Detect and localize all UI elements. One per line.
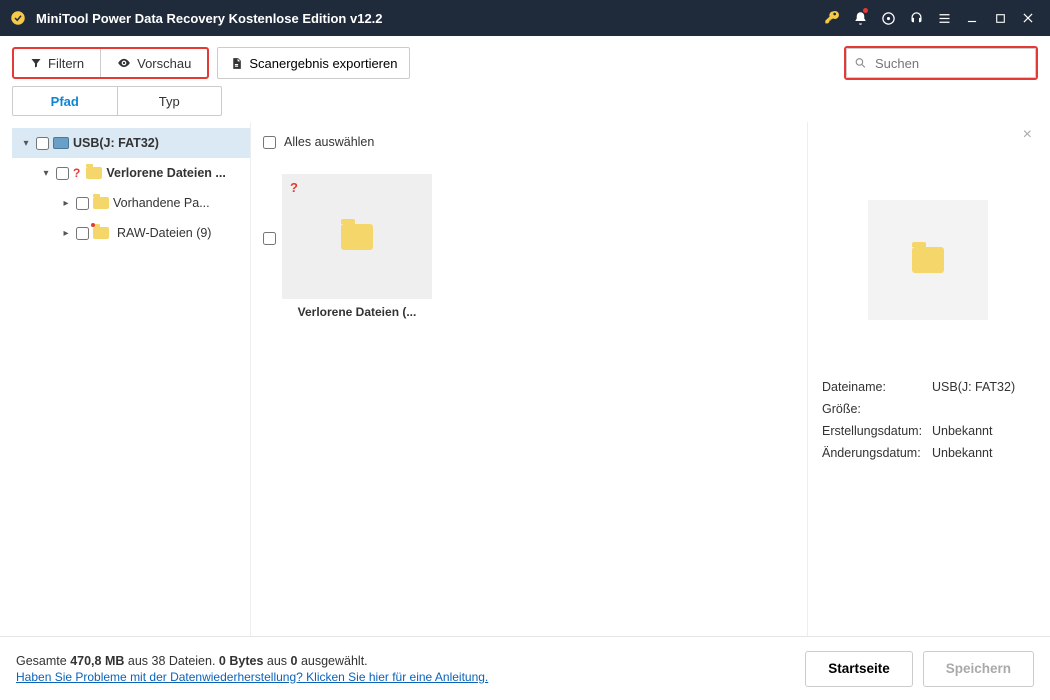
footer: Gesamte 470,8 MB aus 38 Dateien. 0 Bytes… xyxy=(0,636,1050,700)
detail-size: Größe: xyxy=(822,402,1034,416)
detail-value: Unbekannt xyxy=(932,424,1034,438)
select-all-label: Alles auswählen xyxy=(284,135,374,149)
tree-label: Verlorene Dateien ... xyxy=(106,166,226,180)
eye-icon xyxy=(117,56,131,70)
folder-icon xyxy=(93,197,109,209)
export-label: Scanergebnis exportieren xyxy=(249,56,397,71)
export-file-icon xyxy=(230,57,243,70)
tab-type[interactable]: Typ xyxy=(117,87,222,115)
save-button[interactable]: Speichern xyxy=(923,651,1034,687)
select-all-checkbox[interactable] xyxy=(263,136,276,149)
folder-alert-icon xyxy=(93,227,109,239)
toolbar: Filtern Vorschau Scanergebnis exportiere… xyxy=(0,36,1050,86)
home-button[interactable]: Startseite xyxy=(805,651,913,687)
item-checkbox[interactable] xyxy=(263,232,276,245)
tree-raw-files[interactable]: ▸ RAW-Dateien (9) xyxy=(12,218,250,248)
tree-root-drive[interactable]: ▾ USB(J: FAT32) xyxy=(12,128,250,158)
detail-panel: × Dateiname: USB(J: FAT32) Größe: Erstel… xyxy=(808,122,1038,636)
tree-checkbox[interactable] xyxy=(36,137,49,150)
detail-key: Dateiname: xyxy=(822,380,932,394)
folder-icon xyxy=(341,224,373,250)
filter-icon xyxy=(30,57,42,69)
content-area: ▾ USB(J: FAT32) ▾ ? Verlorene Dateien ..… xyxy=(0,116,1050,636)
question-icon: ? xyxy=(290,180,298,195)
detail-created: Erstellungsdatum: Unbekannt xyxy=(822,424,1034,438)
maximize-icon[interactable] xyxy=(986,4,1014,32)
export-result-button[interactable]: Scanergebnis exportieren xyxy=(217,47,410,79)
tree-panel: ▾ USB(J: FAT32) ▾ ? Verlorene Dateien ..… xyxy=(12,122,250,636)
detail-filename: Dateiname: USB(J: FAT32) xyxy=(822,380,1034,394)
close-icon[interactable] xyxy=(1014,4,1042,32)
tree-existing[interactable]: ▸ Vorhandene Pa... xyxy=(12,188,250,218)
detail-key: Änderungsdatum: xyxy=(822,446,932,460)
detail-key: Erstellungsdatum: xyxy=(822,424,932,438)
folder-icon xyxy=(912,247,944,273)
preview-label: Vorschau xyxy=(137,56,191,71)
question-icon: ? xyxy=(73,166,80,180)
drive-icon xyxy=(53,137,69,149)
tree-checkbox[interactable] xyxy=(76,197,89,210)
detail-value xyxy=(932,402,1034,416)
search-box xyxy=(846,48,1036,78)
tree-lost-files[interactable]: ▾ ? Verlorene Dateien ... xyxy=(12,158,250,188)
support-headset-icon[interactable] xyxy=(902,4,930,32)
status-summary: Gesamte 470,8 MB aus 38 Dateien. 0 Bytes… xyxy=(16,654,488,668)
select-all-row: Alles auswählen xyxy=(263,130,795,154)
folder-icon xyxy=(86,167,102,179)
license-key-icon[interactable] xyxy=(818,4,846,32)
help-link[interactable]: Haben Sie Probleme mit der Datenwiederhe… xyxy=(16,670,488,684)
titlebar: MiniTool Power Data Recovery Kostenlose … xyxy=(0,0,1050,36)
close-detail-icon[interactable]: × xyxy=(1023,126,1032,144)
search-icon xyxy=(854,57,867,70)
detail-value: Unbekannt xyxy=(932,446,1034,460)
filter-label: Filtern xyxy=(48,56,84,71)
tree-label: RAW-Dateien (9) xyxy=(117,226,211,240)
app-logo-icon xyxy=(8,8,28,28)
detail-key: Größe: xyxy=(822,402,932,416)
preview-button[interactable]: Vorschau xyxy=(100,49,207,77)
app-title: MiniTool Power Data Recovery Kostenlose … xyxy=(36,11,818,26)
results-panel: Alles auswählen ? Verlorene Dateien (... xyxy=(250,122,808,636)
menu-icon[interactable] xyxy=(930,4,958,32)
item-label: Verlorene Dateien (... xyxy=(282,305,432,319)
chevron-right-icon[interactable]: ▸ xyxy=(60,198,72,209)
minimize-icon[interactable] xyxy=(958,4,986,32)
detail-value: USB(J: FAT32) xyxy=(932,380,1034,394)
tab-path[interactable]: Pfad xyxy=(13,87,117,115)
chevron-right-icon[interactable]: ▸ xyxy=(60,228,72,239)
folder-thumbnail[interactable]: ? xyxy=(282,174,432,299)
search-input[interactable] xyxy=(846,48,1036,78)
detail-thumbnail xyxy=(868,200,988,320)
disc-icon[interactable] xyxy=(874,4,902,32)
filter-button[interactable]: Filtern xyxy=(14,49,100,77)
filter-preview-group: Filtern Vorschau xyxy=(12,47,209,79)
chevron-down-icon[interactable]: ▾ xyxy=(40,168,52,179)
chevron-down-icon[interactable]: ▾ xyxy=(20,138,32,149)
view-tabs: Pfad Typ xyxy=(12,86,222,116)
result-item[interactable]: ? Verlorene Dateien (... xyxy=(263,174,433,319)
tree-checkbox[interactable] xyxy=(56,167,69,180)
tree-label: Vorhandene Pa... xyxy=(113,196,210,210)
notifications-icon[interactable] xyxy=(846,4,874,32)
detail-modified: Änderungsdatum: Unbekannt xyxy=(822,446,1034,460)
tree-label: USB(J: FAT32) xyxy=(73,136,159,150)
tree-checkbox[interactable] xyxy=(76,227,89,240)
